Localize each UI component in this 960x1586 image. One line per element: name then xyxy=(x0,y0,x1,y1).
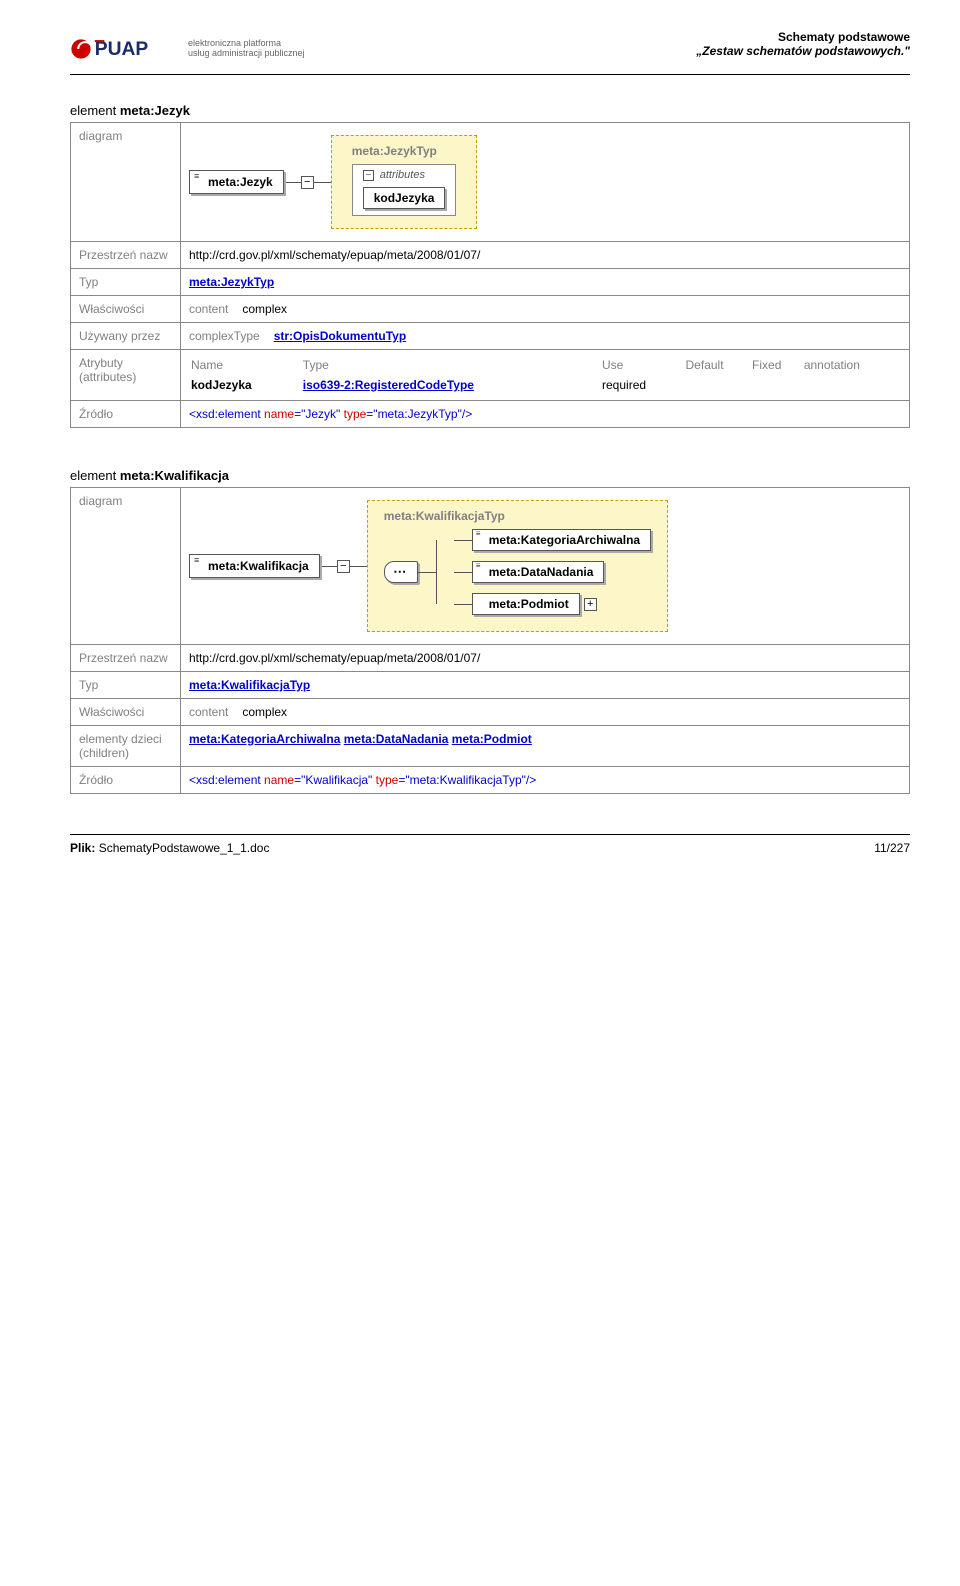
page-number: 11/227 xyxy=(874,841,910,855)
svg-text:PUAP: PUAP xyxy=(95,39,149,60)
ns-value: http://crd.gov.pl/xml/schematy/epuap/met… xyxy=(181,242,910,269)
children-label: elementy dzieci (children) xyxy=(71,726,181,767)
attr-type-link[interactable]: iso639-2:RegisteredCodeType xyxy=(303,378,474,392)
section2-diagram: ≡meta:Kwalifikacja − meta:KwalifikacjaTy… xyxy=(181,488,910,645)
page-footer: Plik: SchematyPodstawowe_1_1.doc 11/227 xyxy=(70,834,910,855)
props-value: contentcomplex xyxy=(181,296,910,323)
attribute-node: kodJezyka xyxy=(363,187,446,209)
attrs-cell: Name Type Use Default Fixed annotation k… xyxy=(181,350,910,401)
collapse-icon: − xyxy=(363,170,374,181)
page-header: PUAP elektroniczna platforma usług admin… xyxy=(70,30,910,75)
child-node: ≡meta:DataNadania xyxy=(472,561,605,583)
section1-title: element meta:Jezyk xyxy=(70,103,910,118)
child-link[interactable]: meta:Podmiot xyxy=(452,732,532,746)
type-label: Typ xyxy=(71,269,181,296)
source-code: <xsd:element name="Kwalifikacja" type="m… xyxy=(181,767,910,794)
schema-root-node: ≡meta:Kwalifikacja xyxy=(189,554,320,578)
file-name: SchematyPodstawowe_1_1.doc xyxy=(99,841,270,855)
child-link[interactable]: meta:KategoriaArchiwalna xyxy=(189,732,340,746)
usedby-link[interactable]: str:OpisDokumentuTyp xyxy=(274,329,406,343)
section2-title: element meta:Kwalifikacja xyxy=(70,468,910,483)
diagram-label: diagram xyxy=(71,123,181,242)
section1-table: diagram ≡meta:Jezyk − meta:JezykTyp − xyxy=(70,122,910,428)
source-code: <xsd:element name="Jezyk" type="meta:Jez… xyxy=(181,401,910,428)
usedby-label: Używany przez xyxy=(71,323,181,350)
schema-root-node: ≡meta:Jezyk xyxy=(189,170,284,194)
logo-block: PUAP elektroniczna platforma usług admin… xyxy=(70,30,305,68)
child-node: ≡meta:KategoriaArchiwalna xyxy=(472,529,651,551)
child-link[interactable]: meta:DataNadania xyxy=(344,732,449,746)
source-label: Źródło xyxy=(71,401,181,428)
source-label: Źródło xyxy=(71,767,181,794)
type-link[interactable]: meta:KwalifikacjaTyp xyxy=(189,678,310,692)
file-label: Plik: xyxy=(70,841,95,855)
type-panel: meta:JezykTyp − attributes kodJezyka xyxy=(331,135,478,229)
ns-value: http://crd.gov.pl/xml/schematy/epuap/met… xyxy=(181,645,910,672)
section1-diagram: ≡meta:Jezyk − meta:JezykTyp − attributes… xyxy=(181,123,910,242)
epuap-logo: PUAP xyxy=(70,30,180,68)
expand-icon: + xyxy=(584,598,597,611)
header-right: Schematy podstawowe „Zestaw schematów po… xyxy=(696,30,910,58)
doc-title: Schematy podstawowe xyxy=(696,30,910,44)
props-value: contentcomplex xyxy=(181,699,910,726)
type-link[interactable]: meta:JezykTyp xyxy=(189,275,274,289)
ns-label: Przestrzeń nazw xyxy=(71,242,181,269)
child-node: meta:Podmiot xyxy=(472,593,580,615)
section2-table: diagram ≡meta:Kwalifikacja − meta:Kwalif… xyxy=(70,487,910,794)
type-label: Typ xyxy=(71,672,181,699)
children-cell: meta:KategoriaArchiwalna meta:DataNadani… xyxy=(181,726,910,767)
sequence-icon: ⋯ xyxy=(384,561,418,583)
props-label: Właściwości xyxy=(71,699,181,726)
ns-label: Przestrzeń nazw xyxy=(71,645,181,672)
attrs-label: Atrybuty (attributes) xyxy=(71,350,181,401)
props-label: Właściwości xyxy=(71,296,181,323)
diagram-label: diagram xyxy=(71,488,181,645)
doc-subtitle: „Zestaw schematów podstawowych." xyxy=(696,44,910,58)
usedby-value: complexTypestr:OpisDokumentuTyp xyxy=(181,323,910,350)
logo-subtitle: elektroniczna platforma usług administra… xyxy=(188,39,305,59)
type-panel: meta:KwalifikacjaTyp ⋯ xyxy=(367,500,668,632)
